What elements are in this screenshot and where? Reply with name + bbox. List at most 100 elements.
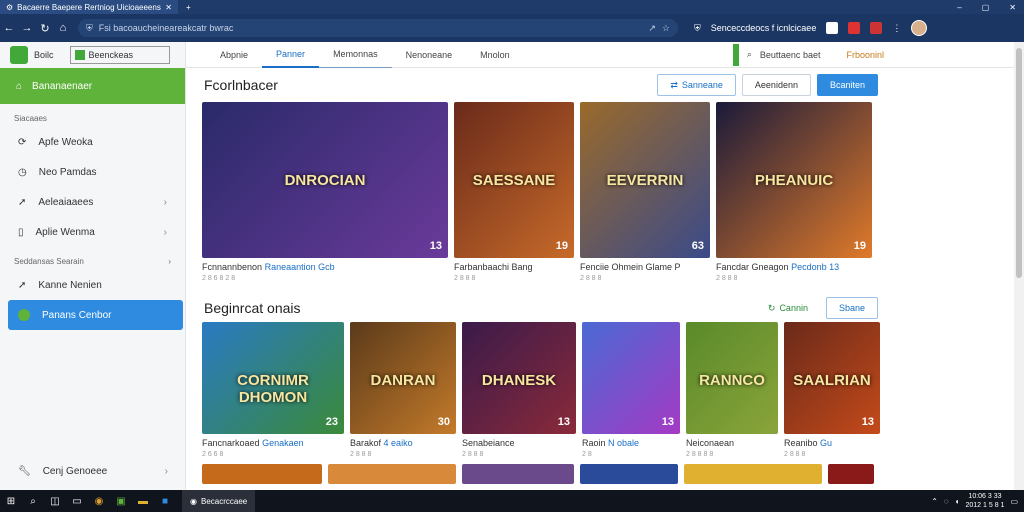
sidebar-search-label: Beenckeas [88, 50, 134, 60]
section1-button-3[interactable]: Bcaniten [816, 74, 878, 96]
game-title[interactable]: Neiconaean [686, 438, 778, 448]
sidebar-section-label: Seddansas Searain [14, 257, 84, 266]
game-artwork[interactable]: RANNCO [686, 322, 778, 434]
game-card[interactable]: SAESSANE 19 Farbanbaachi Bang 2 8 8 8 [454, 102, 574, 282]
game-title[interactable]: Fcnnannbenon Raneaantion Gcb [202, 262, 448, 272]
home-icon[interactable]: ⌂ [54, 22, 72, 34]
notification-icon[interactable] [848, 22, 861, 34]
game-card-partial[interactable] [328, 464, 456, 484]
game-artwork[interactable]: SAESSANE 19 [454, 102, 574, 258]
game-card[interactable]: DHANESK 13 Senabeiance 2 8 8 8 [462, 322, 576, 458]
clock[interactable]: 10:06 3 33 2012 1 5 8 1 [966, 492, 1005, 510]
tabs-brand[interactable]: Frbooninl [846, 50, 884, 60]
store-icon[interactable]: ▣ [110, 496, 132, 507]
browser-tab[interactable]: ⚙ Bacaerre Baepere Rertniog Uicioaeeens … [0, 0, 178, 14]
game-artwork[interactable]: DANRAN 30 [350, 322, 456, 434]
sidebar-item[interactable]: ⟳ Apfe Weoka [0, 127, 185, 157]
close-window-icon[interactable]: ✕ [1009, 3, 1016, 12]
sidebar-item[interactable]: ➚ Aeleaiaaees › [0, 187, 185, 217]
new-tab-icon[interactable]: + [186, 3, 191, 12]
tab-item-active[interactable]: Panner [262, 42, 320, 68]
chevron-up-icon[interactable]: ⌃ [931, 497, 938, 506]
chrome-icon[interactable]: ◉ [88, 496, 110, 507]
close-tab-icon[interactable]: ✕ [165, 3, 172, 12]
game-title[interactable]: Barakof 4 eaiko [350, 438, 456, 448]
tab-icon[interactable] [826, 22, 839, 34]
game-title[interactable]: Reanibo Gu [784, 438, 880, 448]
game-artwork-caption: EEVERRIN [606, 172, 684, 190]
game-title-text: Fcnnannbenon [202, 262, 263, 272]
widgets-icon[interactable]: ◫ [44, 496, 66, 507]
maximize-icon[interactable]: ▢ [982, 3, 990, 12]
game-artwork[interactable]: DHANESK 13 [462, 322, 576, 434]
game-card[interactable]: EEVERRIN 63 Fenciie Ohmein Glame P 2 8 8 8 [580, 102, 710, 282]
volume-icon[interactable]: ◖ [955, 497, 960, 506]
sidebar-home[interactable]: ⌂ Bananaenaer [0, 68, 185, 104]
minimize-icon[interactable]: – [957, 3, 961, 12]
bookmark-star-icon[interactable]: ☆ [662, 23, 670, 34]
tab-item[interactable]: Nenoneane [392, 42, 467, 68]
tabs-search-label[interactable]: Beuttaenc baet [760, 50, 821, 60]
sidebar-item[interactable]: ➚ Kanne Nenien [0, 270, 185, 300]
tab-item[interactable]: Memonnas [319, 42, 392, 68]
menu-icon[interactable]: ⋮ [892, 23, 901, 34]
sidebar-item[interactable]: ▯ Aplie Wenma › [0, 217, 185, 247]
files-icon[interactable]: ▬ [132, 496, 154, 507]
game-artwork[interactable]: 13 [582, 322, 680, 434]
game-card-partial[interactable] [202, 464, 322, 484]
game-artwork[interactable]: EEVERRIN 63 [580, 102, 710, 258]
scrollbar[interactable] [1014, 42, 1024, 490]
sidebar-item-bottom[interactable]: 🔧︎ Cenj Genoeee › [0, 456, 186, 486]
game-title[interactable]: Fancdar Gneagon Pecdonb 13 [716, 262, 872, 272]
app-blue-icon[interactable]: ■ [154, 496, 176, 507]
game-card-partial[interactable] [684, 464, 822, 484]
game-card[interactable]: CORNIMR DHOMON 23 Fancnarkoaed Genakaen 2 6… [202, 322, 344, 458]
section2-button-1[interactable]: ↻ Cannin [755, 297, 820, 319]
section1-button-2[interactable]: Aeenidenn [741, 74, 811, 96]
section1-button-1[interactable]: ⇄ Sanneane [657, 74, 736, 96]
url-field[interactable]: ⛨ Fsi bacoaucheineareakcatr bwrac ↗ ☆ [78, 19, 678, 37]
game-title[interactable]: Fenciie Ohmein Glame P [580, 262, 710, 272]
top-tabs: Abpnie Panner Memonnas Nenoneane Mnolon … [186, 42, 1024, 68]
extension-red-icon[interactable] [870, 22, 883, 34]
sidebar-section-heading[interactable]: Seddansas Searain › [0, 247, 185, 270]
game-artwork[interactable]: DNROCIAN 13 [202, 102, 448, 258]
sidebar-search[interactable]: Beenckeas [69, 46, 170, 64]
game-card[interactable]: DANRAN 30 Barakof 4 eaiko 2 8 8 8 [350, 322, 456, 458]
game-title[interactable]: Fancnarkoaed Genakaen [202, 438, 344, 448]
game-card-partial[interactable] [580, 464, 678, 484]
forward-icon[interactable]: → [18, 22, 36, 34]
game-card[interactable]: PHEANUIC 19 Fancdar Gneagon Pecdonb 13 2 8 … [716, 102, 872, 282]
game-card-partial[interactable] [462, 464, 574, 484]
game-title[interactable]: Senabeiance [462, 438, 576, 448]
game-card[interactable]: 13 Raoin N obale 2 8 [582, 322, 680, 458]
taskbar-active-app[interactable]: ◉ Becacrccaee [182, 490, 256, 512]
share-icon[interactable]: ↗ [648, 23, 656, 34]
game-title-text: Fancdar Gneagon [716, 262, 789, 272]
section2-button-2[interactable]: Sbane [825, 297, 878, 319]
network-icon[interactable]: ◌ [944, 497, 949, 506]
game-card[interactable]: RANNCO Neiconaean 2 8 8 8 8 [686, 322, 778, 458]
avatar[interactable] [911, 20, 928, 36]
search-icon[interactable]: ⌕ [747, 49, 752, 60]
sidebar-item[interactable]: ◷ Neo Pamdas [0, 157, 185, 187]
extension-icon[interactable]: ⛨ [694, 23, 701, 34]
game-artwork[interactable]: CORNIMR DHOMON 23 [202, 322, 344, 434]
back-icon[interactable]: ← [0, 22, 18, 34]
scrollbar-thumb[interactable] [1016, 48, 1022, 278]
start-icon[interactable]: ⊞ [0, 496, 22, 507]
search-icon[interactable]: ⌕ [22, 496, 44, 507]
game-title[interactable]: Raoin N obale [582, 438, 680, 448]
game-card[interactable]: SAALRIAN 13 Reanibo Gu 2 8 8 8 [784, 322, 880, 458]
tab-item[interactable]: Abpnie [206, 42, 262, 68]
game-artwork[interactable]: SAALRIAN 13 [784, 322, 880, 434]
folder-icon[interactable]: ▭ [66, 496, 88, 507]
game-artwork[interactable]: PHEANUIC 19 [716, 102, 872, 258]
notification-center-icon[interactable]: ▭ [1010, 497, 1018, 506]
game-card-partial[interactable] [828, 464, 874, 484]
sidebar-item-active[interactable]: Panans Cenbor [8, 300, 183, 330]
game-card[interactable]: DNROCIAN 13 Fcnnannbenon Raneaantion Gcb 2 … [202, 102, 448, 282]
reload-icon[interactable]: ↻ [36, 22, 54, 35]
tab-item[interactable]: Mnolon [466, 42, 524, 68]
game-title[interactable]: Farbanbaachi Bang [454, 262, 574, 272]
